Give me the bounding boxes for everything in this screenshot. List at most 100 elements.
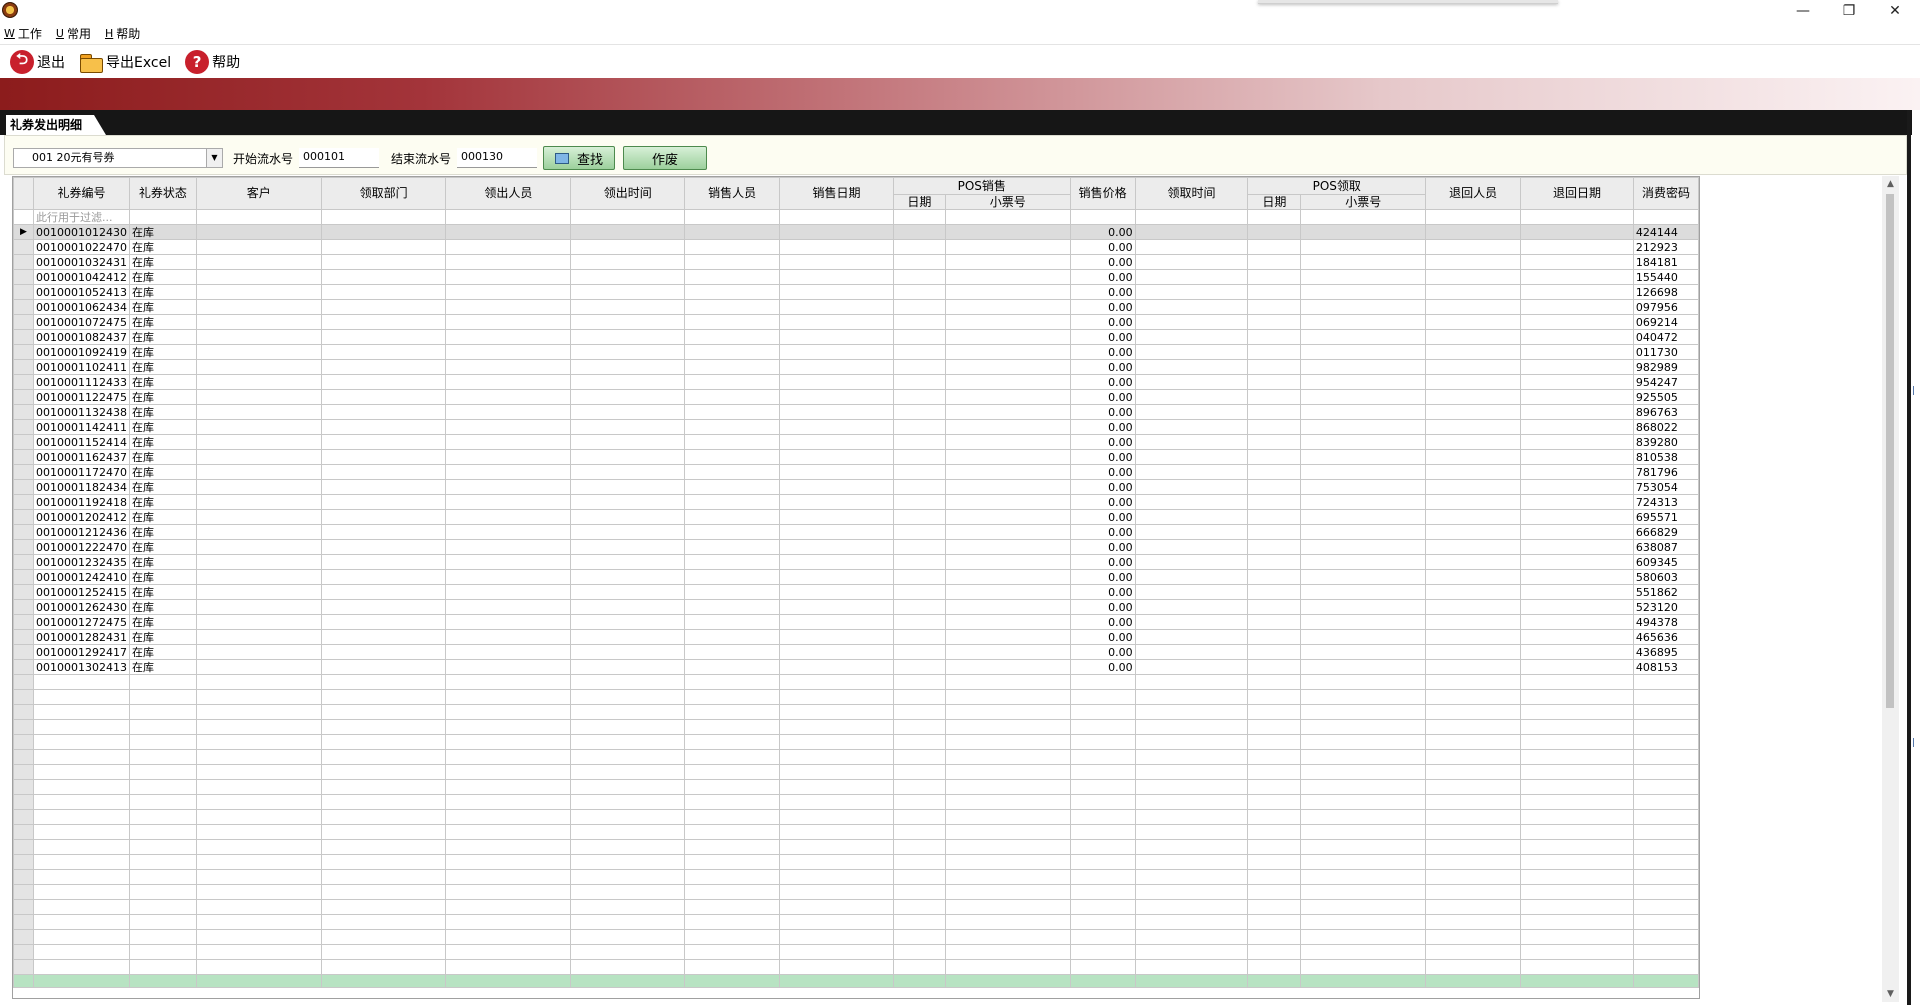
cell-customer[interactable] (195, 344, 322, 360)
cell-issuer[interactable] (445, 344, 572, 360)
cell-seller[interactable] (684, 599, 781, 615)
cell-price[interactable]: 0.00 (1069, 224, 1136, 240)
cell-customer[interactable] (195, 539, 322, 555)
column-header[interactable]: POS销售 (892, 177, 1071, 195)
cell-password[interactable]: 724313 (1632, 494, 1700, 510)
cell-dept[interactable] (320, 344, 447, 360)
cell-issuer[interactable] (445, 224, 572, 240)
cell-price[interactable]: 0.00 (1069, 389, 1136, 405)
cell-return-date[interactable] (1520, 224, 1634, 240)
cell-seller[interactable] (684, 299, 781, 315)
cell-id[interactable]: 0010001292417 (32, 644, 130, 660)
cell-pos-recv-ticket[interactable] (1300, 224, 1427, 240)
cell-price[interactable]: 0.00 (1069, 554, 1136, 570)
cell-id[interactable]: 0010001092419 (32, 344, 130, 360)
filter-cell[interactable] (570, 209, 686, 225)
cell-price[interactable]: 0.00 (1069, 239, 1136, 255)
cell-issuer[interactable] (445, 629, 572, 645)
cell-price[interactable]: 0.00 (1069, 599, 1136, 615)
cell-pos-sale-ticket[interactable] (944, 659, 1071, 675)
menu-common[interactable]: U 常用 (56, 25, 91, 42)
cell-issuer[interactable] (445, 299, 572, 315)
cell-status[interactable]: 在库 (128, 629, 197, 645)
cell-seller[interactable] (684, 359, 781, 375)
column-header[interactable]: 消费密码 (1632, 177, 1700, 210)
table-row[interactable]: 0010001172470 在库 0.00 781796 (13, 464, 1700, 480)
cell-returner[interactable] (1425, 464, 1522, 480)
cell-password[interactable]: 868022 (1632, 419, 1700, 435)
cell-return-date[interactable] (1520, 569, 1634, 585)
cell-price[interactable]: 0.00 (1069, 569, 1136, 585)
column-header[interactable]: 领取部门 (320, 177, 447, 210)
cell-pos-sale-ticket[interactable] (944, 314, 1071, 330)
end-serial-input[interactable]: 000130 (457, 148, 538, 168)
cell-password[interactable]: 011730 (1632, 344, 1700, 360)
cell-issuer[interactable] (445, 599, 572, 615)
cell-id[interactable]: 0010001072475 (32, 314, 130, 330)
cell-issuer[interactable] (445, 284, 572, 300)
cell-returner[interactable] (1425, 269, 1522, 285)
cell-dept[interactable] (320, 584, 447, 600)
cell-pos-sale-ticket[interactable] (944, 524, 1071, 540)
cell-issuer[interactable] (445, 509, 572, 525)
cell-pos-recv-ticket[interactable] (1300, 299, 1427, 315)
cell-pos-sale-ticket[interactable] (944, 269, 1071, 285)
void-button[interactable]: 作废 (623, 146, 708, 170)
cell-price[interactable]: 0.00 (1069, 629, 1136, 645)
cell-pos-recv-ticket[interactable] (1300, 644, 1427, 660)
cell-dept[interactable] (320, 539, 447, 555)
filter-cell[interactable] (1247, 209, 1302, 225)
cell-issuer[interactable] (445, 569, 572, 585)
table-row[interactable]: 0010001032431 在库 0.00 184181 (13, 254, 1700, 270)
table-row[interactable]: 0010001092419 在库 0.00 011730 (13, 344, 1700, 360)
cell-pos-recv-date[interactable] (1247, 644, 1302, 660)
cell-sale-date[interactable] (779, 239, 894, 255)
cell-returner[interactable] (1425, 479, 1522, 495)
cell-returner[interactable] (1425, 284, 1522, 300)
cell-price[interactable]: 0.00 (1069, 464, 1136, 480)
cell-seller[interactable] (684, 314, 781, 330)
cell-pos-recv-ticket[interactable] (1300, 314, 1427, 330)
cell-recv-time[interactable] (1134, 464, 1249, 480)
filter-cell[interactable] (1069, 209, 1136, 225)
cell-pos-sale-date[interactable] (892, 254, 946, 270)
cell-issue-time[interactable] (570, 599, 686, 615)
cell-dept[interactable] (320, 389, 447, 405)
cell-recv-time[interactable] (1134, 269, 1249, 285)
cell-status[interactable]: 在库 (128, 419, 197, 435)
cell-issue-time[interactable] (570, 464, 686, 480)
cell-password[interactable]: 839280 (1632, 434, 1700, 450)
cell-pos-recv-ticket[interactable] (1300, 584, 1427, 600)
filter-cell[interactable] (320, 209, 447, 225)
cell-return-date[interactable] (1520, 269, 1634, 285)
cell-recv-time[interactable] (1134, 224, 1249, 240)
cell-sale-date[interactable] (779, 344, 894, 360)
cell-customer[interactable] (195, 254, 322, 270)
cell-pos-sale-date[interactable] (892, 659, 946, 675)
table-row[interactable]: ▶ 0010001012430 在库 0.00 424144 (13, 224, 1700, 240)
table-row[interactable]: 0010001122475 在库 0.00 925505 (13, 389, 1700, 405)
filter-cell[interactable] (684, 209, 781, 225)
column-header[interactable]: 客户 (195, 177, 322, 210)
cell-sale-date[interactable] (779, 254, 894, 270)
cell-issue-time[interactable] (570, 479, 686, 495)
cell-returner[interactable] (1425, 599, 1522, 615)
cell-pos-sale-ticket[interactable] (944, 554, 1071, 570)
cell-sale-date[interactable] (779, 554, 894, 570)
cell-recv-time[interactable] (1134, 314, 1249, 330)
cell-pos-sale-date[interactable] (892, 404, 946, 420)
cell-return-date[interactable] (1520, 659, 1634, 675)
cell-seller[interactable] (684, 419, 781, 435)
cell-status[interactable]: 在库 (128, 434, 197, 450)
menu-help[interactable]: H 帮助 (105, 25, 140, 42)
filter-cell[interactable] (1134, 209, 1249, 225)
cell-return-date[interactable] (1520, 554, 1634, 570)
cell-pos-sale-date[interactable] (892, 509, 946, 525)
cell-dept[interactable] (320, 239, 447, 255)
cell-pos-sale-date[interactable] (892, 584, 946, 600)
cell-seller[interactable] (684, 539, 781, 555)
cell-pos-sale-date[interactable] (892, 374, 946, 390)
cell-returner[interactable] (1425, 419, 1522, 435)
cell-price[interactable]: 0.00 (1069, 359, 1136, 375)
cell-status[interactable]: 在库 (128, 404, 197, 420)
